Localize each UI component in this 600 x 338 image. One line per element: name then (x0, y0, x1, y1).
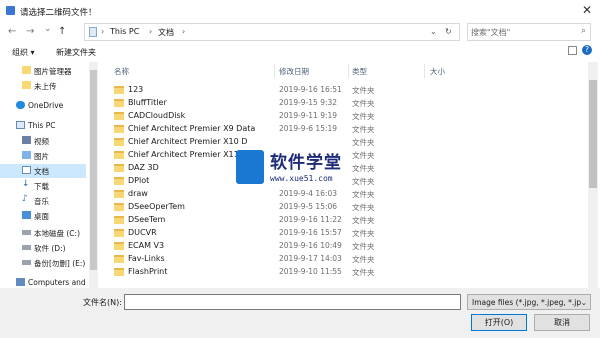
watermark-logo-icon (236, 150, 264, 184)
filename-input[interactable] (124, 294, 461, 310)
folder-icon (114, 255, 124, 263)
sidebar-item-software-d[interactable]: 软件 (D:) (0, 241, 86, 255)
column-divider[interactable] (348, 64, 349, 78)
navigation-pane: 图片管理器 未上传 OneDrive This PC 视频 图片 文档 ↓ 下载… (0, 62, 98, 288)
list-item[interactable]: FlashPrint 2019-9-10 11:55 文件夹 (110, 266, 375, 279)
folder-icon (114, 242, 124, 250)
folder-icon (114, 86, 124, 94)
pc-icon (89, 27, 97, 37)
breadcrumb-this-pc[interactable]: This PC (110, 27, 139, 36)
app-icon (6, 6, 15, 15)
column-header-size[interactable]: 大小 (430, 66, 445, 77)
search-icon: ⌕ (580, 26, 586, 36)
file-type-filter[interactable]: Image files (*.jpg, *.jpeg, *.jp ⌄ (467, 294, 591, 310)
cloud-icon (16, 101, 25, 109)
sidebar-item-downloads[interactable]: ↓ 下载 (0, 179, 86, 193)
up-arrow-icon[interactable]: ↑ (58, 26, 66, 37)
folder-icon (114, 125, 124, 133)
sidebar-item-local-disk-c[interactable]: 本地磁盘 (C:) (0, 226, 86, 240)
column-divider[interactable] (424, 64, 425, 78)
sidebar-item-onedrive[interactable]: OneDrive (0, 99, 86, 113)
download-icon: ↓ (22, 179, 30, 189)
sort-indicator-icon: ^ (188, 62, 194, 66)
organize-menu[interactable]: 组织 ▾ (12, 47, 35, 58)
folder-icon (114, 203, 124, 211)
folder-icon (22, 66, 31, 74)
back-arrow-icon[interactable]: ← (8, 26, 16, 37)
recent-locations-chevron-icon[interactable]: ⌄ (44, 24, 52, 34)
folder-icon (114, 164, 124, 172)
sidebar-item-picture-manager[interactable]: 图片管理器 (0, 64, 86, 78)
network-icon (16, 278, 25, 286)
drive-icon (22, 260, 31, 265)
file-list-scrollbar-thumb[interactable] (589, 80, 597, 188)
drive-icon (22, 245, 31, 250)
sidebar-item-pictures[interactable]: 图片 (0, 149, 86, 163)
sidebar-item-documents[interactable]: 文档 (0, 164, 86, 178)
window-title: 请选择二维码文件！ (20, 8, 97, 18)
folder-icon (114, 99, 124, 107)
folder-icon (114, 268, 124, 276)
list-item[interactable]: DSeeTem 2019-9-16 11:22 文件夹 (110, 214, 375, 227)
sidebar-item-computers-and[interactable]: Computers and (0, 276, 86, 288)
watermark-url: www.xue51.com (270, 174, 333, 183)
address-dropdown-icon[interactable]: ⌄ (430, 27, 437, 36)
watermark: 软件学堂 www.xue51.com (236, 150, 356, 192)
folder-icon (114, 151, 124, 159)
sidebar-item-not-uploaded[interactable]: 未上传 (0, 79, 86, 93)
view-options-icon[interactable] (568, 46, 577, 55)
list-item[interactable]: Chief Architect Premier X9 Data 2019-9-6 … (110, 123, 375, 136)
picture-icon (22, 151, 31, 159)
new-folder-button[interactable]: 新建文件夹 (56, 47, 96, 58)
list-item[interactable]: Fav-Links 2019-9-17 14:03 文件夹 (110, 253, 375, 266)
list-item[interactable]: DUCVR 2019-9-16 15:57 文件夹 (110, 227, 375, 240)
filename-label: 文件名(N): (83, 298, 122, 307)
list-item[interactable]: ECAM V3 2019-9-16 10:49 文件夹 (110, 240, 375, 253)
chevron-right-icon: › (149, 27, 153, 36)
list-item[interactable]: DSeeOperTem 2019-9-5 15:06 文件夹 (110, 201, 375, 214)
open-button[interactable]: 打开(O) (471, 314, 527, 331)
sidebar-item-videos[interactable]: 视频 (0, 134, 86, 148)
sidebar-item-desktop[interactable]: 桌面 (0, 209, 86, 223)
refresh-icon[interactable]: ↻ (445, 27, 452, 36)
list-item[interactable]: 123 2019-9-16 16:51 文件夹 (110, 84, 375, 97)
column-header-type[interactable]: 类型 (352, 66, 367, 77)
folder-icon (114, 138, 124, 146)
folder-icon (114, 112, 124, 120)
drive-icon (22, 230, 31, 235)
folder-icon (114, 216, 124, 224)
desktop-icon (22, 211, 31, 219)
music-icon: ♪ (22, 194, 28, 204)
pc-icon (16, 121, 25, 129)
forward-arrow-icon[interactable]: → (26, 26, 34, 37)
chevron-right-icon: › (101, 27, 105, 36)
folder-icon (22, 81, 31, 89)
document-icon (22, 166, 31, 174)
file-type-filter-value: Image files (*.jpg, *.jpeg, *.jp (472, 298, 582, 307)
folder-icon (114, 190, 124, 198)
close-icon[interactable]: ✕ (582, 3, 592, 17)
cancel-button[interactable]: 取消 (534, 314, 590, 331)
address-bar[interactable]: › This PC › 文档 › ⌄ ↻ (84, 23, 460, 41)
folder-icon (114, 229, 124, 237)
sidebar-item-this-pc[interactable]: This PC (0, 119, 86, 133)
list-item[interactable]: BluffTitler 2019-9-15 9:32 文件夹 (110, 97, 375, 110)
folder-icon (114, 177, 124, 185)
search-placeholder: 搜索"文档" (471, 28, 511, 37)
sidebar-scrollbar-thumb[interactable] (90, 70, 97, 270)
video-icon (22, 136, 31, 144)
sidebar-item-backup-e[interactable]: 备份[勿删] (E:) (0, 256, 86, 270)
sidebar-item-music[interactable]: ♪ 音乐 (0, 194, 86, 208)
breadcrumb-documents[interactable]: 文档 (158, 27, 174, 38)
search-input[interactable]: 搜索"文档" ⌕ (467, 23, 591, 41)
chevron-down-icon: ⌄ (580, 298, 587, 307)
column-header-name[interactable]: 名称 (114, 66, 129, 77)
column-header-date[interactable]: 修改日期 (279, 66, 309, 77)
column-divider[interactable] (274, 64, 275, 78)
chevron-right-icon: › (182, 27, 186, 36)
help-icon[interactable]: ? (582, 45, 592, 55)
watermark-title: 软件学堂 (270, 153, 342, 173)
list-item[interactable]: CADCloudDisk 2019-9-11 9:19 文件夹 (110, 110, 375, 123)
